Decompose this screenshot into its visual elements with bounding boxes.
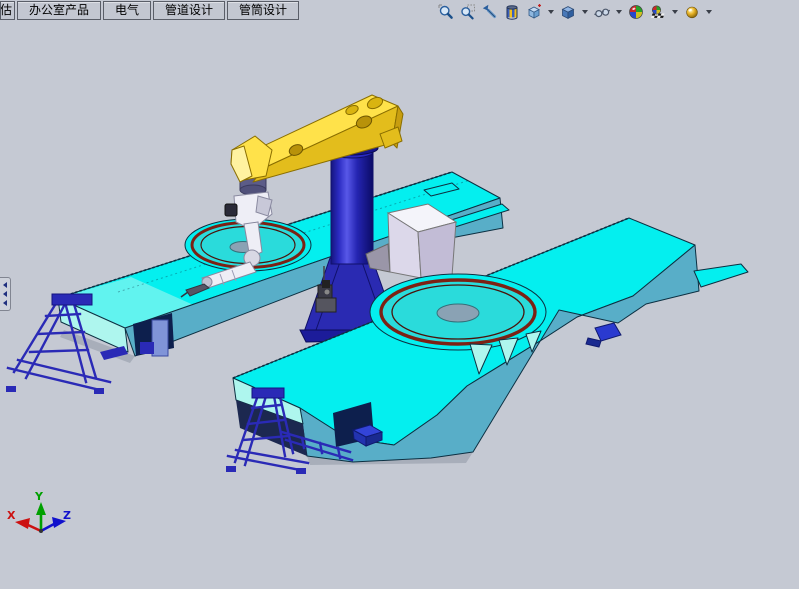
color-sphere-icon — [628, 4, 644, 20]
section-view-button[interactable] — [503, 3, 521, 21]
graphics-area: Y X Z — [0, 0, 799, 589]
caret-down-icon — [706, 10, 712, 14]
tab-partial[interactable]: 估 — [0, 1, 15, 20]
zoom-fit-icon — [438, 4, 454, 20]
zoom-to-area-button[interactable] — [459, 3, 477, 21]
tab-3[interactable]: 管道设计 — [153, 1, 225, 20]
hide-show-items-dropdown[interactable] — [615, 3, 623, 21]
tab-1[interactable]: 办公室产品 — [17, 1, 101, 20]
end-flap[interactable] — [694, 264, 748, 287]
tab-4[interactable]: 管筒设计 — [227, 1, 299, 20]
apply-scene-button[interactable] — [649, 3, 667, 21]
left-arrow-icon — [3, 291, 7, 297]
caret-down-icon — [616, 10, 622, 14]
edit-appearance-button[interactable] — [627, 3, 645, 21]
triad-x-label: X — [7, 509, 16, 522]
view-heads-up-toolbar — [437, 2, 713, 22]
beam-clamp[interactable] — [140, 342, 154, 354]
section-icon — [504, 4, 520, 20]
ring-center-hole[interactable] — [437, 304, 479, 322]
featuremanager-expand-button[interactable] — [0, 277, 11, 311]
caret-down-icon — [672, 10, 678, 14]
triad-z-label: Z — [63, 509, 71, 522]
display-style-dropdown[interactable] — [581, 3, 589, 21]
caret-down-icon — [548, 10, 554, 14]
commandmanager-tabbar: 估办公室产品电气管道设计管筒设计 — [0, 1, 299, 20]
tab-2[interactable]: 电气 — [103, 1, 151, 20]
beam-support-block[interactable] — [152, 320, 168, 356]
left-arrow-icon — [3, 282, 7, 288]
solidworks-window: Y X Z 估办公室产品电气管道设计管筒设计 — [0, 0, 799, 589]
view-orientation-button[interactable] — [525, 3, 543, 21]
shaded-cube-icon — [560, 4, 576, 20]
apply-scene-dropdown[interactable] — [671, 3, 679, 21]
zoom-to-fit-button[interactable] — [437, 3, 455, 21]
gantry-robot-arm[interactable] — [231, 95, 403, 182]
triad-y-label: Y — [34, 490, 44, 503]
orientation-cube-icon — [526, 4, 542, 20]
caret-down-icon — [582, 10, 588, 14]
scene-sphere-icon — [650, 4, 666, 20]
orientation-triad: Y X Z — [7, 490, 71, 533]
hide-show-items-button[interactable] — [593, 3, 611, 21]
zoom-area-icon — [460, 4, 476, 20]
glasses-icon — [594, 4, 610, 20]
view-settings-dropdown[interactable] — [705, 3, 713, 21]
view-settings-button[interactable] — [683, 3, 701, 21]
previous-view-button[interactable] — [481, 3, 499, 21]
display-style-button[interactable] — [559, 3, 577, 21]
previous-view-icon — [482, 4, 498, 20]
gold-sphere-icon — [684, 4, 700, 20]
view-orientation-dropdown[interactable] — [547, 3, 555, 21]
left-arrow-icon — [3, 300, 7, 306]
